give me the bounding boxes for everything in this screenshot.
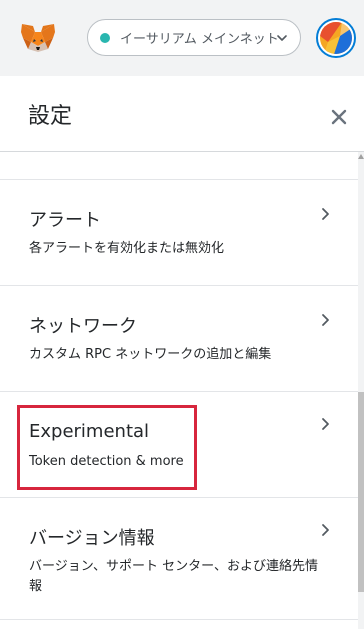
settings-header: 設定: [0, 76, 364, 152]
settings-item-title: バージョン情報: [29, 528, 155, 549]
metamask-app: イーサリアム メインネット 設定 アラート 各アラートを有効化または無効化 ネッ…: [0, 0, 364, 629]
settings-item-description: バージョン、サポート センター、および連絡先情報: [29, 559, 318, 594]
settings-item-experimental[interactable]: Experimental Token detection & more: [0, 392, 358, 498]
network-selector[interactable]: イーサリアム メインネット: [87, 19, 301, 56]
app-header: イーサリアム メインネット: [0, 0, 364, 76]
chevron-down-icon: [277, 35, 287, 41]
metamask-fox-icon[interactable]: [20, 20, 56, 56]
settings-item-networks[interactable]: ネットワーク カスタム RPC ネットワークの追加と編集: [0, 286, 358, 392]
settings-item-title: アラート: [29, 210, 101, 231]
close-icon: [331, 109, 347, 125]
list-item-partial: [0, 152, 358, 180]
settings-item-title: Experimental: [29, 421, 150, 442]
chevron-right-icon: [322, 418, 329, 430]
scrollbar[interactable]: [358, 152, 364, 629]
settings-item-description: Token detection & more: [29, 454, 184, 469]
scroll-up-icon[interactable]: [358, 153, 364, 161]
close-button[interactable]: [326, 104, 352, 130]
page-title: 設定: [28, 104, 73, 129]
chevron-right-icon: [322, 314, 329, 326]
settings-item-description: 各アラートを有効化または無効化: [29, 241, 225, 256]
network-status-dot: [100, 32, 110, 43]
chevron-right-icon: [322, 208, 329, 220]
scrollbar-thumb[interactable]: [358, 392, 364, 592]
chevron-right-icon: [322, 524, 329, 536]
settings-item-alerts[interactable]: アラート 各アラートを有効化または無効化: [0, 180, 358, 286]
settings-item-title: ネットワーク: [29, 316, 137, 337]
settings-item-about[interactable]: バージョン情報 バージョン、サポート センター、および連絡先情報: [0, 498, 358, 620]
settings-item-description: カスタム RPC ネットワークの追加と編集: [29, 347, 272, 362]
account-identicon: [320, 22, 352, 54]
settings-list: アラート 各アラートを有効化または無効化 ネットワーク カスタム RPC ネット…: [0, 152, 358, 629]
network-label: イーサリアム メインネット: [120, 32, 279, 47]
account-avatar[interactable]: [316, 18, 356, 58]
